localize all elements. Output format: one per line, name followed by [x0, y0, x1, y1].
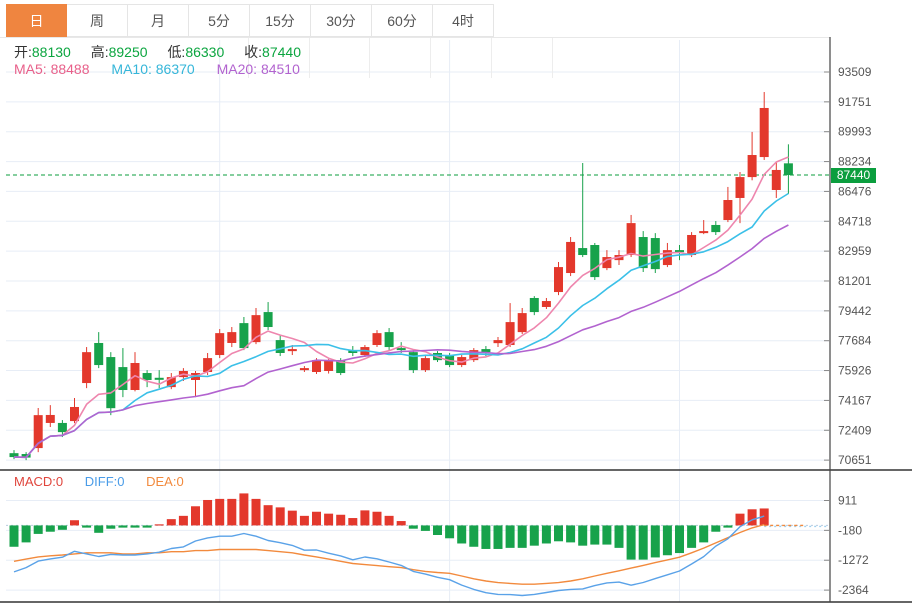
svg-text:70651: 70651: [838, 453, 872, 467]
tab-week[interactable]: 周: [67, 4, 128, 37]
header-grid-divider: [491, 38, 492, 78]
close-label: 收:: [244, 44, 262, 60]
ma10-legend: MA10: 86370: [111, 61, 194, 77]
ma5-legend: MA5: 88488: [14, 61, 90, 77]
ma20-legend: MA20: 84510: [217, 61, 300, 77]
svg-text:-180: -180: [838, 523, 862, 537]
ohlc-open: 开:88130: [14, 44, 71, 60]
close-value: 87440: [262, 44, 301, 60]
svg-text:75926: 75926: [838, 364, 872, 378]
dea-value: DEA:0: [146, 474, 184, 489]
svg-text:86476: 86476: [838, 184, 872, 198]
low-value: 86330: [185, 44, 224, 60]
svg-text:79442: 79442: [838, 304, 872, 318]
svg-text:88234: 88234: [838, 155, 872, 169]
macd-value: MACD:0: [14, 474, 63, 489]
svg-text:89993: 89993: [838, 125, 872, 139]
ohlc-close: 收:87440: [244, 44, 301, 60]
open-label: 开:: [14, 44, 32, 60]
macd-legend: MACD:0 DIFF:0 DEA:0: [14, 474, 202, 489]
tab-30min[interactable]: 30分: [311, 4, 372, 37]
svg-text:-1272: -1272: [838, 553, 869, 567]
high-label: 高:: [91, 44, 109, 60]
svg-text:91751: 91751: [838, 95, 872, 109]
current-price-badge: 87440: [831, 168, 876, 183]
svg-text:81201: 81201: [838, 274, 872, 288]
low-label: 低:: [167, 44, 185, 60]
ohlc-low: 低:86330: [167, 44, 224, 60]
tab-bar: 日 周 月 5分 15分 30分 60分 4时: [6, 4, 494, 37]
app-window: 日 周 月 5分 15分 30分 60分 4时 开:88130 高:89250 …: [0, 0, 912, 605]
svg-text:-2364: -2364: [838, 583, 869, 597]
svg-text:911: 911: [838, 494, 857, 508]
main-chart[interactable]: 93509 91751 89993 88234 86476 84718 82959 81201…: [0, 0, 912, 605]
diff-value: DIFF:0: [85, 474, 125, 489]
tab-month[interactable]: 月: [128, 4, 189, 37]
tab-4hour[interactable]: 4时: [433, 4, 494, 37]
tab-5min[interactable]: 5分: [189, 4, 250, 37]
header-grid-divider: [369, 38, 370, 78]
ohlc-high: 高:89250: [91, 44, 148, 60]
svg-text:93509: 93509: [838, 65, 872, 79]
svg-text:84718: 84718: [838, 214, 872, 228]
tab-15min[interactable]: 15分: [250, 4, 311, 37]
svg-text:74167: 74167: [838, 393, 872, 407]
header-grid-divider: [552, 38, 553, 78]
svg-text:82959: 82959: [838, 244, 872, 258]
high-value: 89250: [109, 44, 148, 60]
svg-text:72409: 72409: [838, 423, 872, 437]
svg-text:77684: 77684: [838, 334, 872, 348]
ohlc-row: 开:88130 高:89250 低:86330 收:87440: [14, 42, 317, 62]
tab-60min[interactable]: 60分: [372, 4, 433, 37]
ma-legend: MA5: 88488 MA10: 86370 MA20: 84510: [14, 61, 318, 77]
chart-canvas[interactable]: 93509 91751 89993 88234 86476 84718 82959 81201…: [0, 0, 912, 605]
header-grid-divider: [430, 38, 431, 78]
open-value: 88130: [32, 44, 71, 60]
tab-day[interactable]: 日: [6, 4, 67, 37]
